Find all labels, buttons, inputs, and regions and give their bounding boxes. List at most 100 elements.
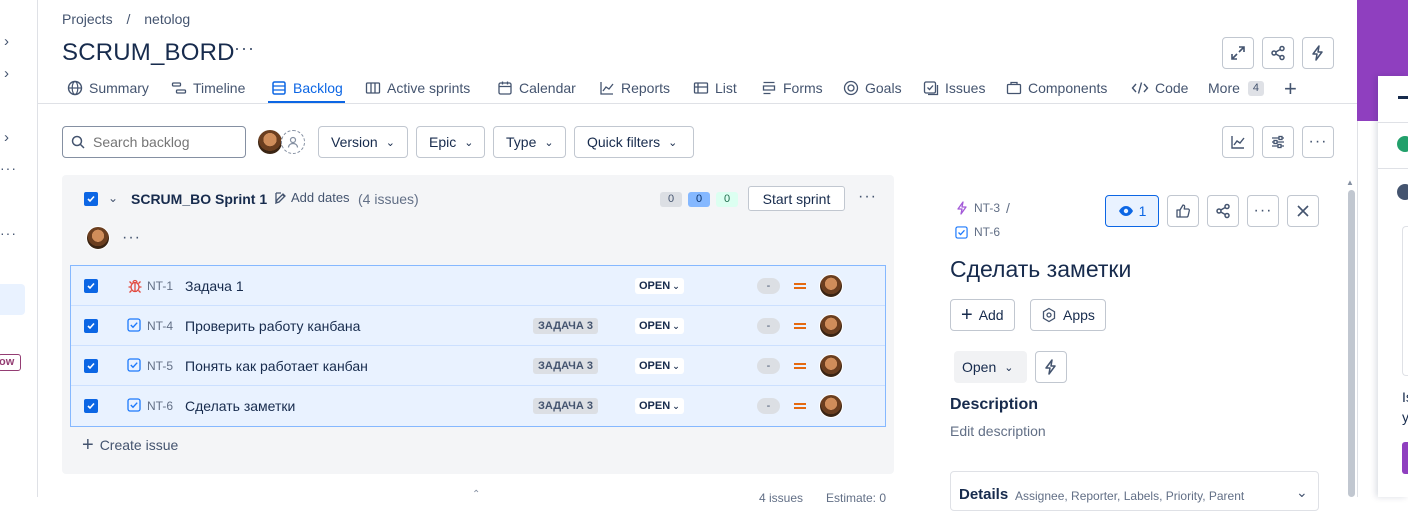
tab-active-sprints[interactable]: Active sprints <box>365 80 470 96</box>
description-field[interactable]: Edit description <box>950 423 1046 439</box>
apps-icon <box>1042 307 1056 323</box>
more-icon[interactable]: ··· <box>122 229 141 247</box>
tab-list[interactable]: List <box>693 80 737 96</box>
issue-checkbox[interactable] <box>84 359 98 373</box>
automation-button[interactable] <box>1302 37 1334 69</box>
scroll-up-arrow-icon[interactable]: ▲ <box>1346 178 1354 187</box>
parent-lozenge[interactable]: ЗАДАЧА 3 <box>533 398 599 414</box>
insights-button[interactable] <box>1222 126 1254 158</box>
issue-row-nt-5[interactable]: NT-5 Понять как работает канбан ЗАДАЧА 3… <box>71 346 885 386</box>
add-dates-button[interactable]: Add dates <box>274 190 350 205</box>
tab-goals[interactable]: Goals <box>843 80 902 96</box>
epic-filter[interactable]: Epic ⌄ <box>416 126 485 158</box>
assignee-avatar[interactable] <box>819 394 843 418</box>
tab-issues[interactable]: Issues <box>923 80 985 96</box>
issue-key[interactable]: NT-5 <box>147 359 173 373</box>
title-more-icon[interactable]: ··· <box>234 38 255 59</box>
unassigned-avatar[interactable] <box>281 130 305 154</box>
version-filter[interactable]: Version ⌄ <box>318 126 408 158</box>
issue-key[interactable]: NT-4 <box>147 319 173 333</box>
chevron-right-icon[interactable]: › <box>4 129 9 146</box>
expand-button[interactable] <box>1222 37 1254 69</box>
search-backlog[interactable] <box>62 126 246 158</box>
issue-key[interactable]: NT-6 <box>147 399 173 413</box>
create-issue-button[interactable]: + Create issue <box>82 435 178 455</box>
estimate-badge[interactable]: - <box>757 318 780 334</box>
estimate-badge[interactable]: - <box>757 398 780 414</box>
drag-handle-icon[interactable]: ⌃ <box>472 489 480 500</box>
detail-parent-breadcrumb[interactable]: NT-3 / <box>955 200 1010 216</box>
estimate-badge[interactable]: - <box>757 278 780 294</box>
sprint-checkbox[interactable] <box>84 192 98 206</box>
close-button[interactable] <box>1287 195 1319 227</box>
status-dropdown[interactable]: OPEN ⌄ <box>635 358 684 374</box>
like-button[interactable] <box>1167 195 1199 227</box>
details-section[interactable]: Details Assignee, Reporter, Labels, Prio… <box>950 471 1319 511</box>
issue-row-nt-1[interactable]: NT-1 Задача 1 OPEN ⌄ - <box>71 266 885 306</box>
status-dropdown[interactable]: OPEN ⌄ <box>635 278 684 294</box>
breadcrumb-projects[interactable]: Projects <box>62 11 113 27</box>
more-icon[interactable]: ··· <box>0 160 17 176</box>
tab-timeline[interactable]: Timeline <box>171 80 245 96</box>
breadcrumb: Projects / netolog <box>62 11 200 27</box>
more-icon[interactable]: ··· <box>0 225 17 241</box>
panel-button[interactable] <box>1402 442 1408 474</box>
status-dropdown[interactable]: OPEN ⌄ <box>635 398 684 414</box>
parent-lozenge[interactable]: ЗАДАЧА 3 <box>533 318 599 334</box>
view-settings-button[interactable] <box>1262 126 1294 158</box>
more-actions-button[interactable]: ··· <box>1302 126 1334 158</box>
chevron-right-icon[interactable]: › <box>4 65 9 82</box>
tab-reports[interactable]: Reports <box>599 80 670 96</box>
assignee-avatar[interactable] <box>819 274 843 298</box>
issue-checkbox[interactable] <box>84 319 98 333</box>
quick-filters[interactable]: Quick filters ⌄ <box>574 126 694 158</box>
assignee-avatar[interactable] <box>819 314 843 338</box>
share-button[interactable] <box>1262 37 1294 69</box>
timeline-icon <box>171 82 187 94</box>
sidebar-selected-item[interactable] <box>0 284 25 315</box>
tab-components[interactable]: Components <box>1006 80 1107 96</box>
automation-button[interactable] <box>1035 351 1067 383</box>
tab-backlog[interactable]: Backlog <box>271 80 343 96</box>
tab-forms[interactable]: Forms <box>761 80 823 96</box>
tab-summary[interactable]: Summary <box>67 80 149 96</box>
status-dropdown[interactable]: Open ⌄ <box>954 351 1027 383</box>
issue-row-nt-4[interactable]: NT-4 Проверить работу канбана ЗАДАЧА 3 O… <box>71 306 885 346</box>
issue-checkbox[interactable] <box>84 279 98 293</box>
parent-key[interactable]: NT-3 <box>974 201 1000 215</box>
scrollbar-thumb[interactable] <box>1348 190 1355 497</box>
watch-button[interactable]: 1 <box>1105 195 1159 227</box>
project-tabs: Summary Timeline Backlog Active sprints … <box>38 74 1358 104</box>
share-button[interactable] <box>1207 195 1239 227</box>
tab-label: Active sprints <box>387 80 471 96</box>
parent-lozenge[interactable]: ЗАДАЧА 3 <box>533 358 599 374</box>
start-sprint-button[interactable]: Start sprint <box>748 186 845 211</box>
issue-checkbox[interactable] <box>84 399 98 413</box>
issue-key[interactable]: NT-1 <box>147 279 173 293</box>
search-input[interactable] <box>93 134 233 150</box>
add-tab-button[interactable]: + <box>1284 76 1297 102</box>
chevron-down-icon[interactable]: ⌄ <box>1296 484 1308 501</box>
type-filter[interactable]: Type ⌄ <box>493 126 566 158</box>
sprint-more-icon[interactable]: ··· <box>858 188 877 206</box>
backlog-issue-count: 4 issues <box>759 491 804 505</box>
chevron-right-icon[interactable]: › <box>4 33 9 50</box>
detail-issue-breadcrumb[interactable]: NT-6 <box>955 225 1000 239</box>
tab-calendar[interactable]: Calendar <box>497 80 576 96</box>
assignee-avatar[interactable] <box>819 354 843 378</box>
detail-more-button[interactable]: ··· <box>1247 195 1279 227</box>
tab-code[interactable]: Code <box>1131 80 1188 96</box>
breadcrumb-project[interactable]: netolog <box>144 11 190 27</box>
tab-more[interactable]: More 4 <box>1208 80 1265 96</box>
chevron-down-icon[interactable]: ⌄ <box>108 191 118 205</box>
issue-key[interactable]: NT-6 <box>974 225 1000 239</box>
issue-row-nt-6[interactable]: NT-6 Сделать заметки ЗАДАЧА 3 OPEN ⌄ - <box>71 386 885 426</box>
issue-title[interactable]: Сделать заметки <box>950 256 1131 283</box>
estimate-badge[interactable]: - <box>757 358 780 374</box>
status-dropdown[interactable]: OPEN ⌄ <box>635 318 684 334</box>
avatar[interactable] <box>257 129 283 155</box>
apps-button[interactable]: Apps <box>1030 299 1106 331</box>
add-button[interactable]: + Add <box>950 299 1015 331</box>
quick-filters-label: Quick filters <box>587 134 661 150</box>
avatar[interactable] <box>86 226 110 250</box>
